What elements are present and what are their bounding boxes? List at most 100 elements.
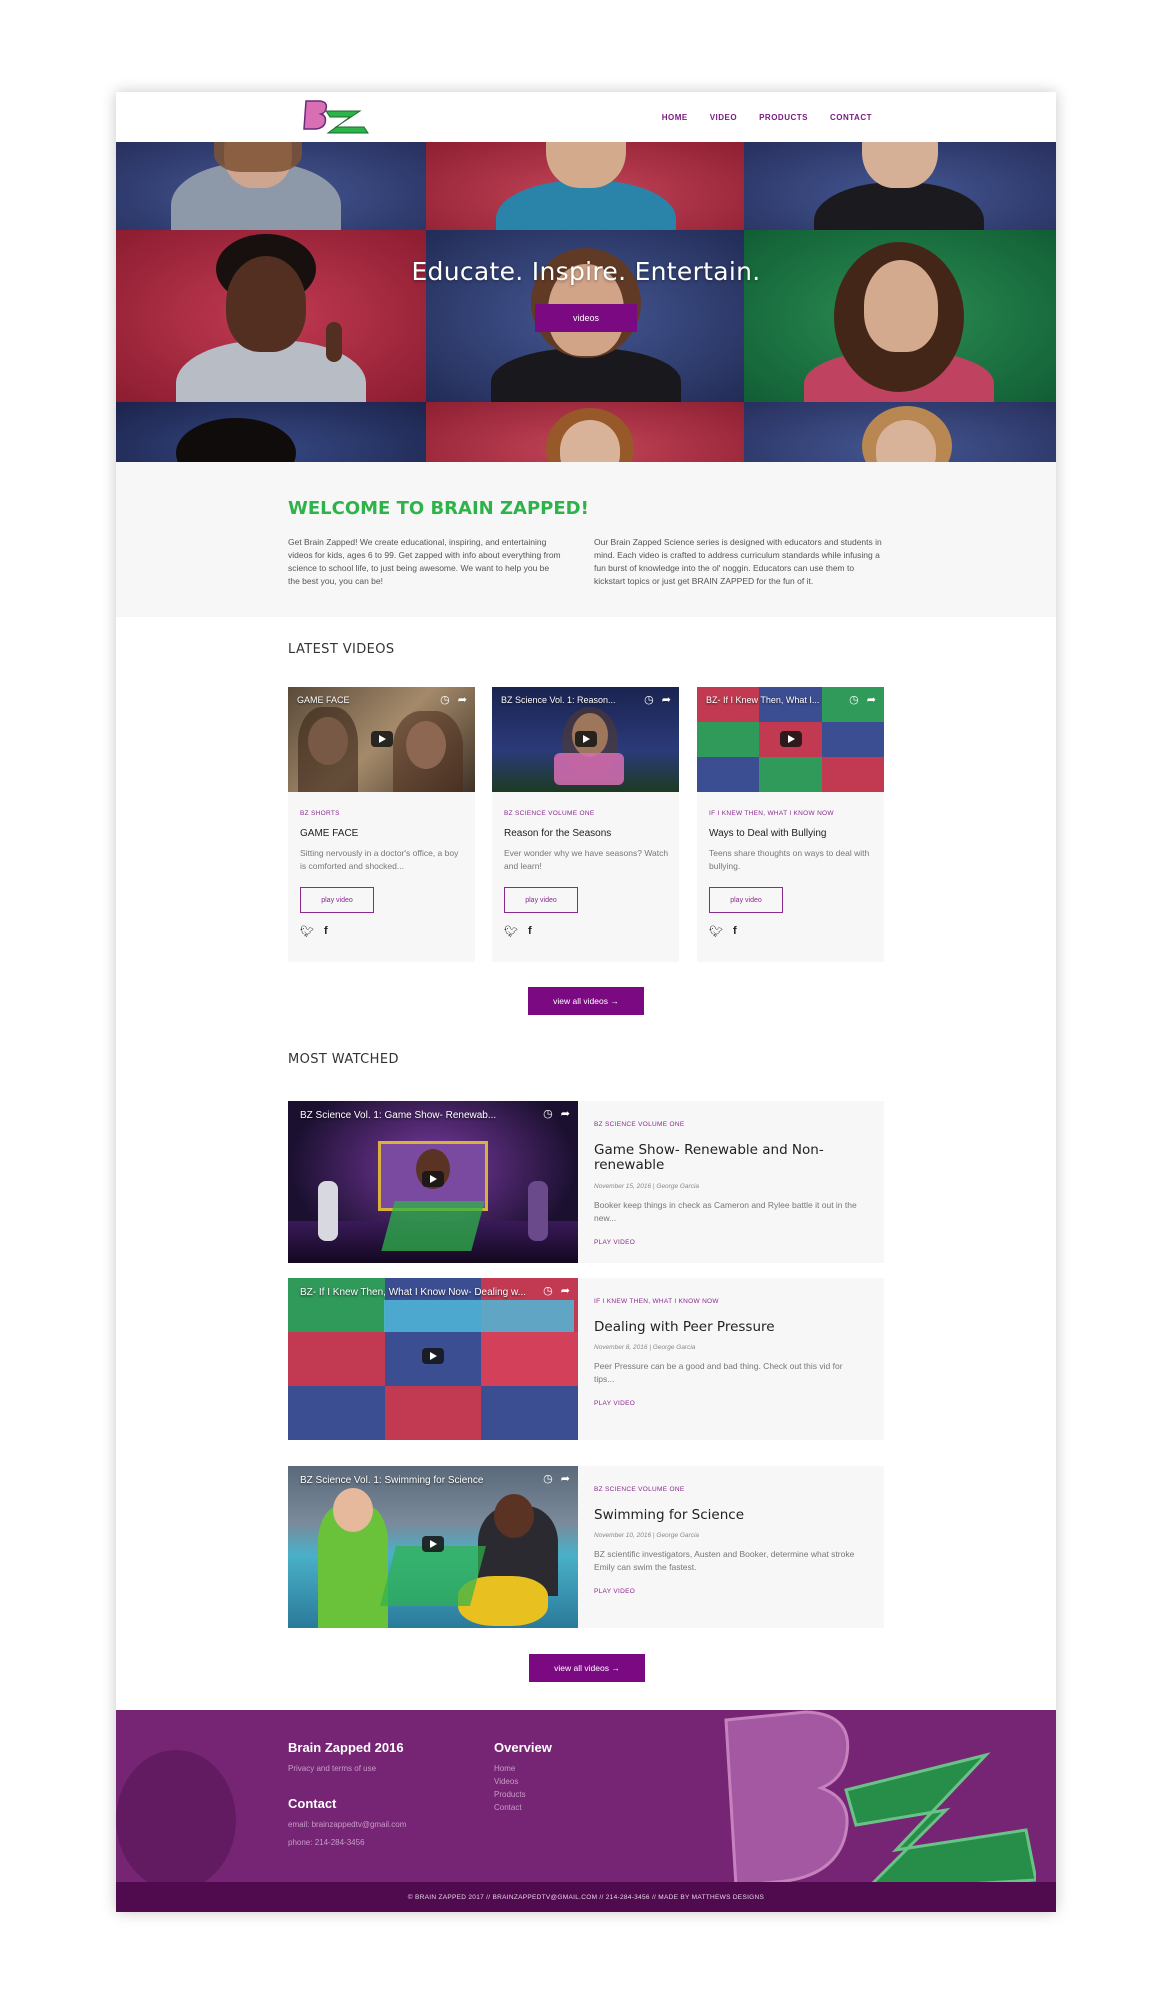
video-thumbnail[interactable]: BZ- If I Knew Then, What I Know Now- Dea… <box>288 1278 578 1440</box>
clock-icon[interactable]: ◷ <box>849 693 859 706</box>
clock-icon[interactable]: ◷ <box>543 1472 553 1485</box>
footer-link-videos[interactable]: Videos <box>494 1775 526 1788</box>
most-watched-item: BZ Science Vol. 1: Swimming for Science … <box>288 1466 884 1628</box>
footer-logo-watermark <box>724 1710 1036 1882</box>
video-card: BZ- If I Knew Then, What I... ◷ ➦ IF I KN… <box>697 687 884 962</box>
most-watched-heading: MOST WATCHED <box>288 1052 399 1067</box>
play-icon[interactable] <box>422 1171 444 1187</box>
video-thumbnail[interactable]: BZ Science Vol. 1: Reason... ◷ ➦ <box>492 687 679 792</box>
facebook-icon[interactable]: f <box>324 925 328 938</box>
hero-title: Educate. Inspire. Entertain. <box>411 257 761 286</box>
card-description: Sitting nervously in a doctor's office, … <box>300 848 459 871</box>
footer: Brain Zapped 2016 Privacy and terms of u… <box>116 1710 1056 1882</box>
nav-home[interactable]: HOME <box>662 113 688 122</box>
play-video-link[interactable]: PLAY VIDEO <box>594 1400 635 1407</box>
footer-link-contact[interactable]: Contact <box>494 1801 526 1814</box>
brain-zapped-logo[interactable] <box>300 97 372 137</box>
share-icon[interactable]: ➦ <box>561 1472 570 1485</box>
card-category[interactable]: BZ SHORTS <box>300 810 340 817</box>
hero-videos-button[interactable]: videos <box>535 304 637 332</box>
card-description: Ever wonder why we have seasons? Watch a… <box>504 848 669 871</box>
play-icon[interactable] <box>575 731 597 747</box>
item-category[interactable]: BZ SCIENCE VOLUME ONE <box>594 1121 684 1128</box>
main-nav: HOME VIDEO PRODUCTS CONTACT <box>662 92 872 142</box>
item-description: Booker keep things in check as Cameron a… <box>594 1200 857 1223</box>
thumbnail-title: GAME FACE <box>297 695 350 705</box>
thumbnail-title: BZ- If I Knew Then, What I Know Now- Dea… <box>300 1287 527 1298</box>
play-icon[interactable] <box>422 1348 444 1364</box>
item-meta: November 10, 2016 | George Garcia <box>594 1532 700 1539</box>
play-video-link[interactable]: PLAY VIDEO <box>594 1239 635 1246</box>
item-category[interactable]: IF I KNEW THEN, WHAT I KNOW NOW <box>594 1298 719 1305</box>
video-thumbnail[interactable]: BZ- If I Knew Then, What I... ◷ ➦ <box>697 687 884 792</box>
welcome-section: WELCOME TO BRAIN ZAPPED! Get Brain Zappe… <box>116 462 1056 617</box>
clock-icon[interactable]: ◷ <box>543 1107 553 1120</box>
privacy-link[interactable]: Privacy and terms of use <box>288 1762 376 1775</box>
view-all-videos-button[interactable]: view all videos → <box>528 987 644 1015</box>
footer-contact-title: Contact <box>288 1796 337 1811</box>
nav-products[interactable]: PRODUCTS <box>759 113 808 122</box>
item-category[interactable]: BZ SCIENCE VOLUME ONE <box>594 1486 684 1493</box>
item-description: Peer Pressure can be a good and bad thin… <box>594 1361 843 1384</box>
latest-videos-heading: LATEST VIDEOS <box>288 642 395 657</box>
twitter-icon[interactable]: 🐦︎ <box>300 925 314 938</box>
video-thumbnail[interactable]: GAME FACE ◷ ➦ <box>288 687 475 792</box>
footer-link-products[interactable]: Products <box>494 1788 526 1801</box>
clock-icon[interactable]: ◷ <box>543 1284 553 1297</box>
page-frame: HOME VIDEO PRODUCTS CONTACT Educate. Ins… <box>116 92 1056 1912</box>
thumbnail-title: BZ- If I Knew Then, What I... <box>706 695 820 705</box>
footer-phone: phone: 214-284-3456 <box>288 1838 365 1847</box>
twitter-icon[interactable]: 🐦︎ <box>709 925 723 938</box>
thumbnail-title: BZ Science Vol. 1: Reason... <box>501 695 616 705</box>
item-meta: November 15, 2016 | George Garcia <box>594 1183 700 1190</box>
thumbnail-title: BZ Science Vol. 1: Swimming for Science <box>300 1475 484 1486</box>
nav-contact[interactable]: CONTACT <box>830 113 872 122</box>
footer-email[interactable]: email: brainzappedtv@gmail.com <box>288 1818 406 1831</box>
welcome-text-right: Our Brain Zapped Science series is desig… <box>594 537 882 586</box>
card-category[interactable]: IF I KNEW THEN, WHAT I KNOW NOW <box>709 810 834 817</box>
card-title[interactable]: GAME FACE <box>300 828 358 839</box>
clock-icon[interactable]: ◷ <box>440 693 450 706</box>
play-icon[interactable] <box>780 731 802 747</box>
share-icon[interactable]: ➦ <box>561 1107 570 1120</box>
video-thumbnail[interactable]: BZ Science Vol. 1: Game Show- Renewab...… <box>288 1101 578 1263</box>
card-description: Teens share thoughts on ways to deal wit… <box>709 848 870 871</box>
video-card: BZ Science Vol. 1: Reason... ◷ ➦ BZ SCIEN… <box>492 687 679 962</box>
welcome-title: WELCOME TO BRAIN ZAPPED! <box>288 498 589 519</box>
footer-brand: Brain Zapped 2016 <box>288 1740 404 1755</box>
play-video-link[interactable]: PLAY VIDEO <box>594 1588 635 1595</box>
item-title[interactable]: Game Show- Renewable and Non-renewable <box>594 1143 864 1173</box>
video-card: GAME FACE ◷ ➦ BZ SHORTS GAME FACE Sitting… <box>288 687 475 962</box>
play-icon[interactable] <box>422 1536 444 1552</box>
item-title[interactable]: Dealing with Peer Pressure <box>594 1320 864 1335</box>
view-all-videos-button-bottom[interactable]: view all videos → <box>529 1654 645 1682</box>
footer-overview-title: Overview <box>494 1740 552 1755</box>
copyright-bar: © BRAIN ZAPPED 2017 // BRAINZAPPEDTV@GMA… <box>116 1882 1056 1912</box>
card-category[interactable]: BZ SCIENCE VOLUME ONE <box>504 810 594 817</box>
card-title[interactable]: Ways to Deal with Bullying <box>709 828 826 839</box>
play-video-button[interactable]: play video <box>504 887 578 913</box>
card-title[interactable]: Reason for the Seasons <box>504 828 611 839</box>
twitter-icon[interactable]: 🐦︎ <box>504 925 518 938</box>
play-video-button[interactable]: play video <box>300 887 374 913</box>
play-video-button[interactable]: play video <box>709 887 783 913</box>
most-watched-item: BZ Science Vol. 1: Game Show- Renewab...… <box>288 1101 884 1263</box>
share-icon[interactable]: ➦ <box>458 693 467 706</box>
welcome-text-left: Get Brain Zapped! We create educational,… <box>288 537 561 586</box>
item-description: BZ scientific investigators, Austen and … <box>594 1549 855 1572</box>
footer-link-home[interactable]: Home <box>494 1762 526 1775</box>
facebook-icon[interactable]: f <box>733 925 737 938</box>
top-nav-bar: HOME VIDEO PRODUCTS CONTACT <box>116 92 1056 142</box>
most-watched-item: BZ- If I Knew Then, What I Know Now- Dea… <box>288 1278 884 1440</box>
clock-icon[interactable]: ◷ <box>644 693 654 706</box>
thumbnail-title: BZ Science Vol. 1: Game Show- Renewab... <box>300 1110 497 1121</box>
nav-video[interactable]: VIDEO <box>710 113 737 122</box>
share-icon[interactable]: ➦ <box>867 693 876 706</box>
item-meta: November 8, 2016 | George Garcia <box>594 1344 696 1351</box>
play-icon[interactable] <box>371 731 393 747</box>
share-icon[interactable]: ➦ <box>662 693 671 706</box>
item-title[interactable]: Swimming for Science <box>594 1508 864 1523</box>
video-thumbnail[interactable]: BZ Science Vol. 1: Swimming for Science … <box>288 1466 578 1628</box>
facebook-icon[interactable]: f <box>528 925 532 938</box>
share-icon[interactable]: ➦ <box>561 1284 570 1297</box>
